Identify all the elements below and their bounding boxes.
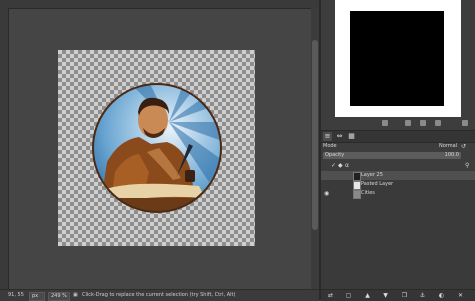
lock-row: ✓ ◆ α ⚲	[321, 161, 475, 170]
opacity-row: Opacity 100.0	[321, 151, 475, 160]
mode-label: Mode	[323, 143, 337, 149]
status-message-icon: ▣	[73, 292, 78, 298]
zoom-out-icon[interactable]	[405, 120, 411, 126]
layer-name[interactable]: Cities	[361, 189, 375, 198]
raise-icon[interactable]: ▲	[364, 292, 371, 299]
mask-icon[interactable]: ◐	[438, 292, 445, 299]
anchor-icon[interactable]: ⚓	[419, 292, 426, 299]
opacity-slider[interactable]: Opacity 100.0	[323, 152, 461, 159]
new-group-icon[interactable]: ▢	[345, 292, 352, 299]
zoom-fit-icon[interactable]	[435, 120, 441, 126]
status-message: Click-Drag to replace the current select…	[82, 292, 236, 298]
navigate-icon[interactable]	[382, 120, 388, 126]
lock-pixels-icon[interactable]: ✓	[331, 161, 336, 170]
new-layer-icon[interactable]: ⇄	[327, 292, 334, 299]
layer-name[interactable]: Layer 25	[361, 171, 383, 180]
settings-icon[interactable]	[462, 120, 468, 126]
lock-position-icon[interactable]: ◆	[338, 161, 343, 170]
layers-button-bar: ⇄ ▢ ▲ ▼ ❐ ⚓ ◐ ✕	[321, 289, 475, 301]
opacity-label: Opacity	[325, 152, 345, 158]
vertical-ruler[interactable]	[0, 8, 9, 289]
reset-mode-icon[interactable]: ↺	[461, 142, 466, 151]
zoom-in-icon[interactable]	[420, 120, 426, 126]
delete-icon[interactable]: ✕	[457, 292, 464, 299]
layers-tab-icon[interactable]: ≡	[323, 132, 332, 141]
horizontal-ruler[interactable]	[0, 0, 319, 9]
layer-row[interactable]: Pasted Layer	[321, 180, 475, 190]
layer-thumbnail	[353, 190, 361, 199]
opacity-value: 100.0	[444, 152, 459, 158]
channels-tab-icon[interactable]: ⇔	[335, 132, 344, 141]
scribe-artwork-image	[92, 83, 222, 213]
scrollbar-thumb[interactable]	[312, 40, 318, 230]
lower-icon[interactable]: ▼	[382, 292, 389, 299]
preview-image	[350, 11, 444, 106]
layers-list[interactable]: Layer 25 Pasted Layer ◉ Cities	[321, 171, 475, 289]
duplicate-icon[interactable]: ❐	[401, 292, 408, 299]
layer-row[interactable]: Layer 25	[321, 171, 475, 181]
status-bar: 91, 55 px 249 % ▣ Click-Drag to replace …	[0, 289, 319, 301]
mode-select[interactable]: Normal	[439, 142, 457, 151]
lock-alpha-icon[interactable]: α	[345, 161, 349, 170]
paths-tab-icon[interactable]: ▦	[347, 132, 356, 141]
visibility-eye-icon[interactable]: ◉	[324, 189, 329, 198]
search-icon[interactable]: ⚲	[465, 161, 469, 170]
layer-row[interactable]: ◉ Cities	[321, 189, 475, 199]
layer-name[interactable]: Pasted Layer	[361, 180, 393, 189]
mode-row: Mode Normal ↺	[321, 142, 475, 151]
preview-toolbar	[321, 117, 475, 129]
pointer-coordinates: 91, 55	[8, 292, 24, 298]
